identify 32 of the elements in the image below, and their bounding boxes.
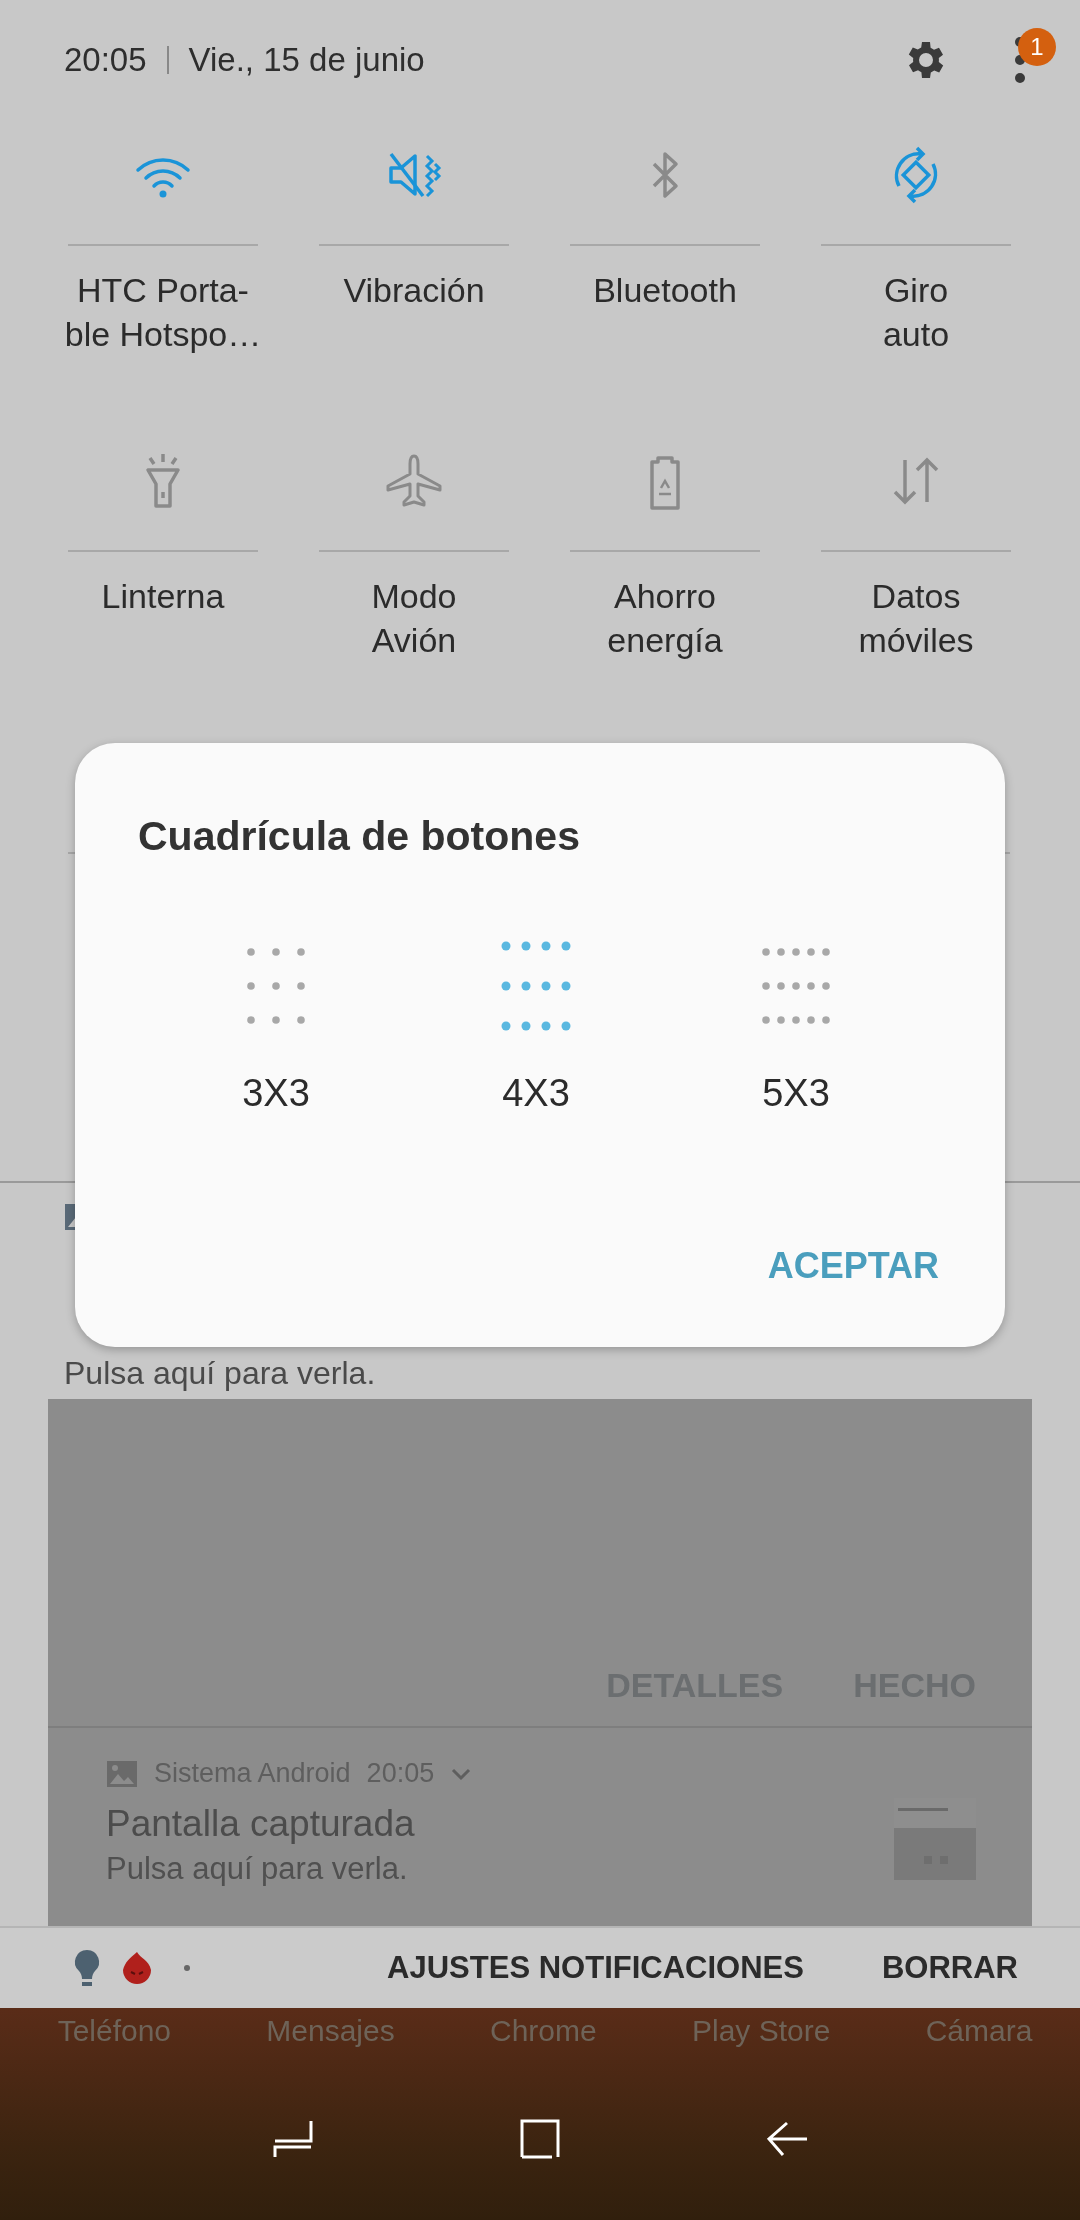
app-label[interactable]: Cámara: [925, 2012, 1033, 2050]
tile-label: Ahorro energía: [606, 576, 724, 661]
flame-icon: [120, 1950, 154, 1986]
tile-label: Giro auto: [881, 270, 951, 355]
notification-title: Pantalla capturada: [106, 1803, 416, 1845]
app-label[interactable]: Play Store: [691, 2012, 831, 2050]
app-label[interactable]: Teléfono: [57, 2012, 172, 2050]
notification-text: Pulsa aquí para verla.: [106, 1851, 409, 1887]
more-icon: [184, 1965, 190, 1971]
date-text: Vie., 15 de junio: [188, 41, 425, 79]
chevron-down-icon[interactable]: [450, 1766, 473, 1781]
footer-button[interactable]: BORRAR: [881, 1950, 1018, 1986]
tile-label: Datos móviles: [857, 576, 975, 661]
footer-button[interactable]: AJUSTES NOTIFICACIONES: [387, 1950, 804, 1986]
grid-option[interactable]: 4X3: [410, 940, 662, 1115]
notification-badge: 1: [1018, 28, 1056, 66]
lightbulb-icon: [72, 1948, 102, 1988]
clock-time: 20:05: [64, 41, 147, 79]
app-label[interactable]: Chrome: [490, 2012, 597, 2050]
grid-option[interactable]: 3X3: [150, 940, 402, 1115]
tile-label: Vibración: [342, 270, 486, 311]
home-icon[interactable]: [518, 2117, 562, 2161]
tile-label: Bluetooth: [592, 270, 738, 311]
notification-text: Pulsa aquí para verla.: [64, 1355, 377, 1392]
grid-option[interactable]: 5X3: [670, 940, 922, 1115]
tile-label: Modo Avión: [370, 576, 458, 661]
dialog-title: Cuadrícula de botones: [138, 813, 581, 860]
tile-label: Linterna: [100, 576, 226, 617]
app-label[interactable]: Mensajes: [266, 2012, 395, 2050]
accept-button[interactable]: ACEPTAR: [767, 1245, 939, 1287]
tile-label: HTC Porta- ble Hotspo…: [63, 270, 263, 355]
image-icon: [106, 1759, 138, 1788]
